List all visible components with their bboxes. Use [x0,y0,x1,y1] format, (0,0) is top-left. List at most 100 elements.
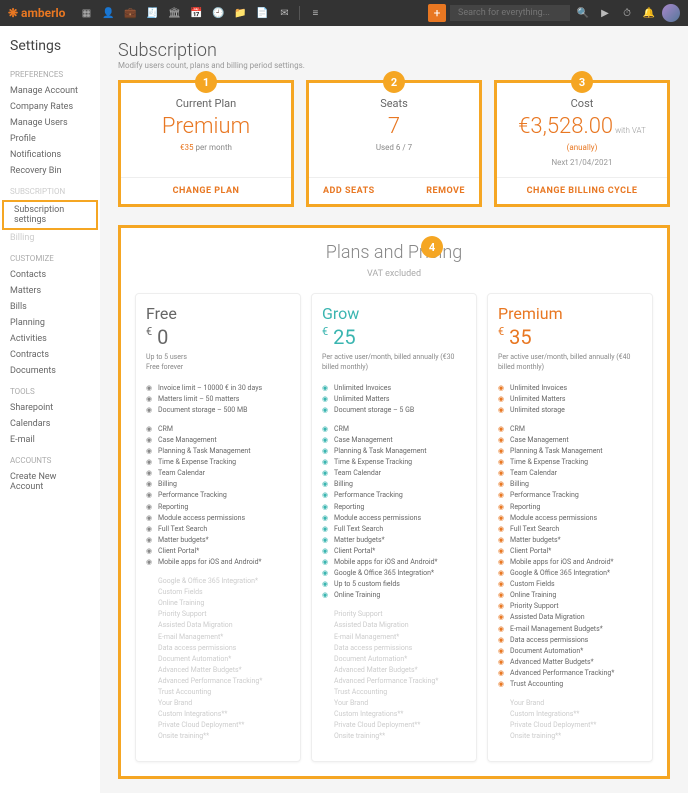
summary-cards: 1 Current Plan Premium €35 per month CHA… [118,80,670,207]
file-icon[interactable]: 📄 [253,4,271,22]
feature-item: Planning & Task Management [498,446,642,457]
user-icon[interactable]: 👤 [99,4,117,22]
feature-item: Advanced Performance Tracking* [146,676,290,687]
plan-limits: Invoice limit – 10000 € in 30 daysMatter… [146,383,290,416]
sidebar-item[interactable]: Planning [0,315,100,331]
card-label: Seats [309,97,479,110]
sidebar-item[interactable]: Profile [0,131,100,147]
cost-value: €3,528.00 with VAT [497,114,667,139]
add-button[interactable]: + [428,4,446,22]
search-input[interactable] [450,5,570,21]
doc-icon[interactable]: 🧾 [143,4,161,22]
folder-icon[interactable]: 📁 [231,4,249,22]
search-icon[interactable]: 🔍 [574,4,592,22]
current-plan-card: 1 Current Plan Premium €35 per month CHA… [118,80,294,207]
feature-item: Reporting [322,502,466,513]
bell-icon[interactable]: 🔔 [640,4,658,22]
sidebar-item[interactable]: Sharepoint [0,400,100,416]
sidebar-item[interactable]: Manage Account [0,83,100,99]
timer-icon[interactable]: ⏱ [618,4,636,22]
sidebar-item[interactable]: Contacts [0,267,100,283]
feature-item: E-mail Management Budgets* [498,624,642,635]
feature-item: Module access permissions [146,513,290,524]
feature-item: Unlimited Matters [498,394,642,405]
sidebar-item[interactable]: Notifications [0,147,100,163]
feature-item: Google & Office 365 Integration* [498,568,642,579]
feature-item: Custom Integrations** [146,709,290,720]
sidebar-item[interactable]: Billing [0,230,100,246]
bank-icon[interactable]: 🏛 [165,4,183,22]
briefcase-icon[interactable]: 💼 [121,4,139,22]
sidebar-item[interactable]: Calendars [0,416,100,432]
feature-item: CRM [322,424,466,435]
feature-item: Reporting [498,502,642,513]
feature-item: Billing [498,479,642,490]
feature-item: CRM [146,424,290,435]
feature-item: Time & Expense Tracking [146,457,290,468]
feature-item: Onsite training** [498,731,642,742]
badge-3: 3 [571,71,593,93]
card-label: Cost [497,97,667,110]
sidebar-item[interactable]: Activities [0,331,100,347]
sidebar-item[interactable]: Manage Users [0,115,100,131]
feature-item: Advanced Matter Budgets* [322,665,466,676]
play-icon[interactable]: ▶ [596,4,614,22]
plan-price: € 0 [146,325,290,349]
feature-item: Priority Support [498,601,642,612]
feature-item: Billing [322,479,466,490]
calendar-icon[interactable]: 📅 [187,4,205,22]
sidebar-item[interactable]: Subscription settings [2,200,98,230]
feature-item: Full Text Search [146,524,290,535]
feature-item: Advanced Performance Tracking* [322,676,466,687]
feature-item: Module access permissions [322,513,466,524]
feature-item: Assisted Data Migration [146,620,290,631]
add-seats-button[interactable]: ADD SEATS [323,186,375,196]
feature-item: Private Cloud Deployment** [498,720,642,731]
feature-item: Performance Tracking [322,490,466,501]
sidebar-item[interactable]: Matters [0,283,100,299]
feature-item: Advanced Matter Budgets* [146,665,290,676]
feature-item: Onsite training** [146,731,290,742]
sidebar-group: PREFERENCES [0,62,100,83]
feature-item: Time & Expense Tracking [498,457,642,468]
feature-item: Client Portal* [498,546,642,557]
feature-item: Your Brand [322,698,466,709]
feature-item: Onsite training** [322,731,466,742]
feature-item: Matter budgets* [322,535,466,546]
feature-item: Private Cloud Deployment** [146,720,290,731]
clock-icon[interactable]: 🕘 [209,4,227,22]
sidebar-item[interactable]: E-mail [0,432,100,448]
feature-item: Planning & Task Management [322,446,466,457]
apps-icon[interactable]: ▦ [77,4,95,22]
feature-item: Unlimited storage [498,405,642,416]
sidebar-item[interactable]: Contracts [0,347,100,363]
remove-seats-button[interactable]: REMOVE [426,186,465,196]
feature-item: Data access permissions [146,643,290,654]
logo[interactable]: amberlo [8,6,65,20]
change-plan-button[interactable]: CHANGE PLAN [121,177,291,204]
sidebar-item[interactable]: Bills [0,299,100,315]
feature-item: Mobile apps for iOS and Android* [498,557,642,568]
sidebar-item[interactable]: Create New Account [0,469,100,495]
more-icon[interactable]: ≡ [306,4,324,22]
sidebar-item[interactable]: Documents [0,363,100,379]
sidebar-group: CUSTOMIZE [0,246,100,267]
plan-name: Free [146,304,290,323]
feature-item: Custom Fields [146,587,290,598]
seats-sub: Used 6 / 7 [309,143,479,152]
sidebar-item[interactable]: Company Rates [0,99,100,115]
sidebar-group: TOOLS [0,379,100,400]
feature-item: Your Brand [498,698,642,709]
plan-name: Grow [322,304,466,323]
badge-4: 4 [421,236,443,258]
sidebar-item[interactable]: Recovery Bin [0,163,100,179]
feature-item: Data access permissions [322,643,466,654]
feature-item: Your Brand [146,698,290,709]
avatar[interactable] [662,4,680,22]
change-billing-button[interactable]: CHANGE BILLING CYCLE [497,177,667,204]
pricing-title: Plans and Pricing [135,242,653,263]
feature-item: Google & Office 365 Integration* [322,568,466,579]
feature-item: Team Calendar [146,468,290,479]
mail-icon[interactable]: ✉ [275,4,293,22]
plan-excluded: Priority SupportAssisted Data MigrationE… [322,609,466,742]
